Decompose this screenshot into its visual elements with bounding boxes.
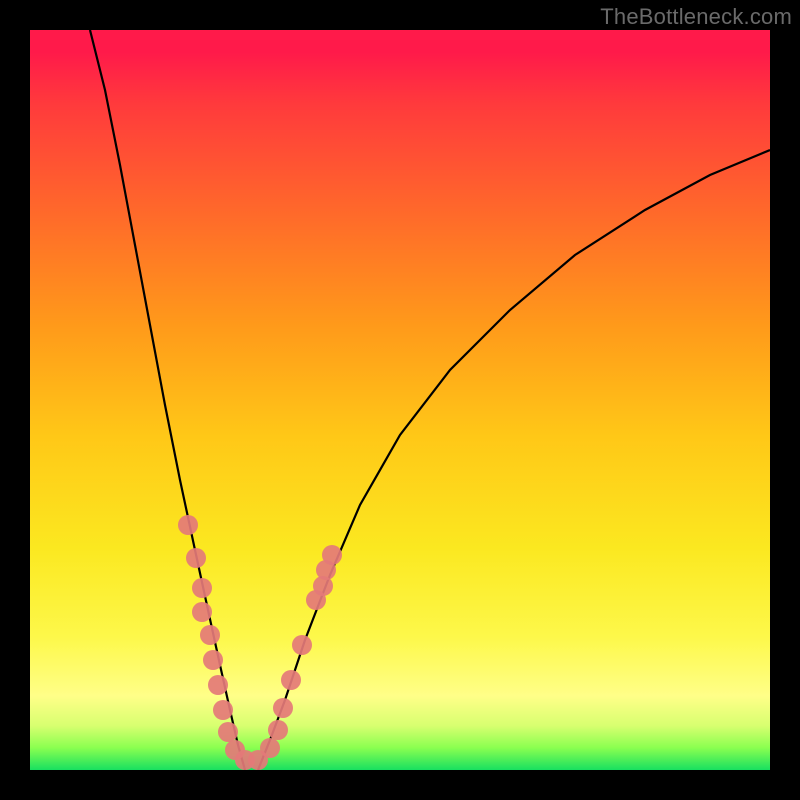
chart-frame: TheBottleneck.com bbox=[0, 0, 800, 800]
data-marker bbox=[178, 515, 198, 535]
plot-area bbox=[30, 30, 770, 770]
data-marker bbox=[313, 576, 333, 596]
data-marker bbox=[273, 698, 293, 718]
data-markers bbox=[178, 515, 342, 770]
data-marker bbox=[322, 545, 342, 565]
watermark-text: TheBottleneck.com bbox=[600, 4, 792, 30]
data-marker bbox=[268, 720, 288, 740]
data-marker bbox=[260, 738, 280, 758]
data-marker bbox=[203, 650, 223, 670]
curve-layer bbox=[30, 30, 770, 770]
data-marker bbox=[192, 578, 212, 598]
data-marker bbox=[200, 625, 220, 645]
data-marker bbox=[218, 722, 238, 742]
right-curve bbox=[258, 150, 770, 770]
data-marker bbox=[208, 675, 228, 695]
data-marker bbox=[281, 670, 301, 690]
data-marker bbox=[192, 602, 212, 622]
data-marker bbox=[186, 548, 206, 568]
data-marker bbox=[292, 635, 312, 655]
data-marker bbox=[213, 700, 233, 720]
